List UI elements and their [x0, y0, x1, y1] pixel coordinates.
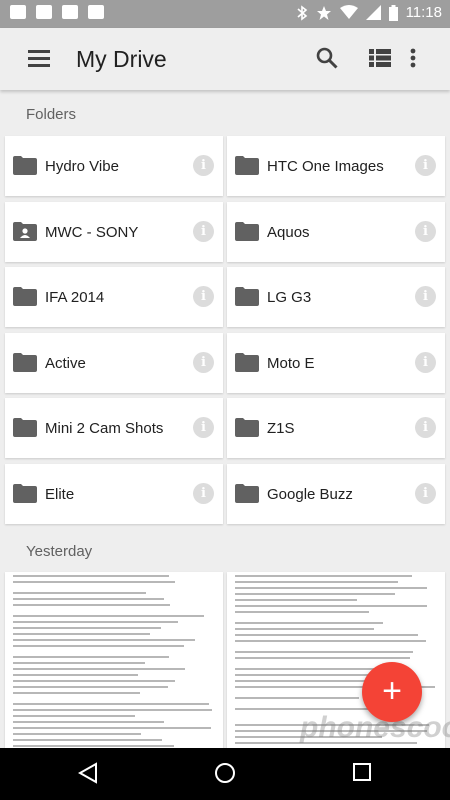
home-icon[interactable] — [214, 762, 236, 784]
briefcase-notification-icon — [88, 5, 104, 19]
menu-icon[interactable] — [28, 50, 50, 68]
status-time: 11:18 — [405, 4, 442, 21]
info-icon[interactable]: i — [415, 286, 436, 308]
folder-item[interactable]: Z1S i — [227, 398, 445, 459]
folder-item[interactable]: Moto E i — [227, 332, 445, 393]
info-icon[interactable]: i — [415, 483, 436, 504]
folder-icon — [235, 484, 259, 508]
folder-item[interactable]: MWC - SONY i — [5, 201, 223, 262]
folder-item[interactable]: IFA 2014 i — [5, 267, 223, 328]
folder-item[interactable]: Mini 2 Cam Shots i — [5, 398, 223, 459]
navigation-bar — [0, 748, 450, 800]
folder-name: MWC - SONY — [45, 223, 139, 241]
bluetooth-icon — [297, 4, 307, 21]
folder-name: Z1S — [267, 420, 295, 438]
more-options-icon[interactable] — [410, 48, 416, 68]
folder-name: Google Buzz — [267, 486, 353, 503]
status-bar: 11:18 — [0, 0, 450, 28]
folder-item[interactable]: Hydro Vibe i — [5, 136, 223, 196]
folder-icon — [235, 352, 259, 377]
info-icon[interactable]: i — [415, 155, 436, 176]
info-icon[interactable]: i — [193, 417, 214, 439]
notification-icons — [10, 5, 104, 19]
folder-item[interactable]: HTC One Images i — [227, 136, 445, 196]
folder-name: Elite — [45, 486, 75, 503]
mail-notification-icon — [36, 5, 52, 19]
signal-icon — [365, 5, 381, 20]
list-view-icon[interactable] — [369, 49, 391, 67]
shared-folder-icon — [13, 221, 37, 246]
file-thumbnail[interactable] — [5, 572, 223, 748]
app-bar: My Drive — [0, 28, 450, 90]
folder-item[interactable]: Elite i — [5, 464, 223, 524]
folder-icon — [235, 156, 259, 180]
folder-icon — [13, 418, 37, 442]
folder-icon — [13, 484, 37, 508]
search-icon[interactable] — [316, 47, 338, 69]
folder-icon — [235, 287, 259, 311]
info-icon[interactable]: i — [415, 220, 436, 242]
folder-item[interactable]: Active i — [5, 332, 223, 393]
folder-name: LG G3 — [267, 289, 312, 307]
folder-icon — [235, 418, 259, 442]
wifi-icon — [339, 5, 358, 19]
folder-name: Mini 2 Cam Shots — [45, 420, 164, 438]
folder-icon — [13, 156, 37, 180]
inbox-notification-icon — [62, 5, 78, 19]
star-icon — [316, 5, 331, 20]
folder-name: Hydro Vibe — [45, 158, 119, 175]
folder-item[interactable]: Google Buzz i — [227, 464, 445, 524]
system-icons: 11:18 — [296, 4, 442, 21]
folder-name: HTC One Images — [267, 158, 384, 175]
info-icon[interactable]: i — [193, 286, 214, 308]
folders-section-label: Folders — [26, 106, 77, 123]
folder-name: Aquos — [267, 223, 310, 241]
back-icon[interactable] — [78, 762, 98, 784]
yesterday-section-label: Yesterday — [26, 543, 93, 560]
info-icon[interactable]: i — [415, 351, 436, 373]
info-icon[interactable]: i — [193, 220, 214, 242]
folder-icon — [13, 287, 37, 311]
add-fab-button[interactable]: + — [362, 662, 422, 722]
image-notification-icon — [10, 5, 26, 19]
battery-icon — [388, 4, 398, 21]
folder-icon — [13, 352, 37, 377]
folder-name: Moto E — [267, 354, 315, 372]
folder-item[interactable]: LG G3 i — [227, 267, 445, 328]
folder-name: IFA 2014 — [45, 289, 105, 307]
info-icon[interactable]: i — [193, 155, 214, 176]
page-title: My Drive — [76, 46, 167, 72]
info-icon[interactable]: i — [193, 483, 214, 504]
recents-icon[interactable] — [352, 762, 372, 782]
folder-icon — [235, 221, 259, 246]
folder-name: Active — [45, 354, 86, 372]
folder-item[interactable]: Aquos i — [227, 201, 445, 262]
info-icon[interactable]: i — [415, 417, 436, 439]
info-icon[interactable]: i — [193, 351, 214, 373]
